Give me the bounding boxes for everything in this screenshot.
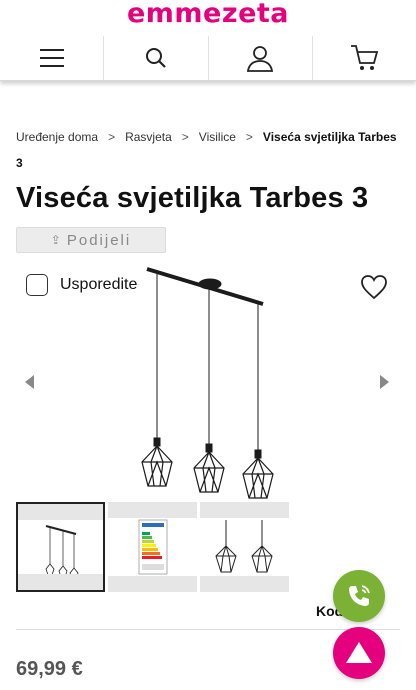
- share-icon: ⇪: [50, 233, 61, 247]
- call-button[interactable]: [333, 570, 385, 622]
- breadcrumb-separator: >: [245, 130, 253, 144]
- search-icon: [145, 48, 166, 68]
- gallery-next-button[interactable]: [380, 375, 389, 389]
- share-label: Podijeli: [66, 231, 132, 249]
- menu-button[interactable]: [0, 36, 105, 80]
- gallery-prev-button[interactable]: [25, 375, 34, 389]
- thumbnail-detail[interactable]: [200, 502, 289, 592]
- breadcrumb-separator: >: [108, 130, 116, 144]
- breadcrumb: Uređenje doma > Rasvjeta > Visilice > Viseća s…: [16, 124, 406, 176]
- divider: [16, 629, 400, 630]
- breadcrumb-link[interactable]: Uređenje doma: [16, 130, 98, 144]
- menu-icon: [39, 49, 64, 67]
- share-button[interactable]: ⇪ Podijeli: [16, 227, 166, 253]
- user-icon: [247, 46, 274, 72]
- heart-icon: [361, 275, 387, 300]
- main-navbar: [0, 36, 416, 81]
- breadcrumb-separator: >: [181, 130, 189, 144]
- thumbnail-band: [18, 574, 103, 590]
- compare-checkbox[interactable]: [26, 274, 48, 296]
- breadcrumb-link[interactable]: Rasvjeta: [125, 130, 172, 144]
- cart-button[interactable]: [313, 36, 416, 80]
- breadcrumb-link[interactable]: Visilice: [199, 130, 236, 144]
- product-image[interactable]: [135, 266, 275, 507]
- site-logo[interactable]: emmezeta: [0, 0, 416, 30]
- search-button[interactable]: [104, 36, 209, 80]
- cart-icon: [351, 45, 379, 70]
- thumbnail-band: [200, 576, 289, 592]
- product-price: 69,99 €: [16, 658, 83, 680]
- account-button[interactable]: [209, 36, 313, 80]
- thumbnail-energy-label[interactable]: [108, 502, 197, 592]
- scroll-to-top-button[interactable]: [333, 627, 385, 679]
- wishlist-button[interactable]: [360, 274, 388, 305]
- thumbnail-main[interactable]: [16, 502, 105, 592]
- thumbnail-band: [108, 576, 197, 592]
- page-title: Viseća svjetiljka Tarbes 3: [16, 182, 369, 214]
- gallery-thumbnails: [16, 502, 292, 592]
- compare-label: Usporedite: [60, 276, 138, 293]
- phone-icon: [349, 585, 370, 606]
- arrow-up-icon: [346, 642, 372, 663]
- compare-toggle[interactable]: Usporedite: [26, 274, 137, 296]
